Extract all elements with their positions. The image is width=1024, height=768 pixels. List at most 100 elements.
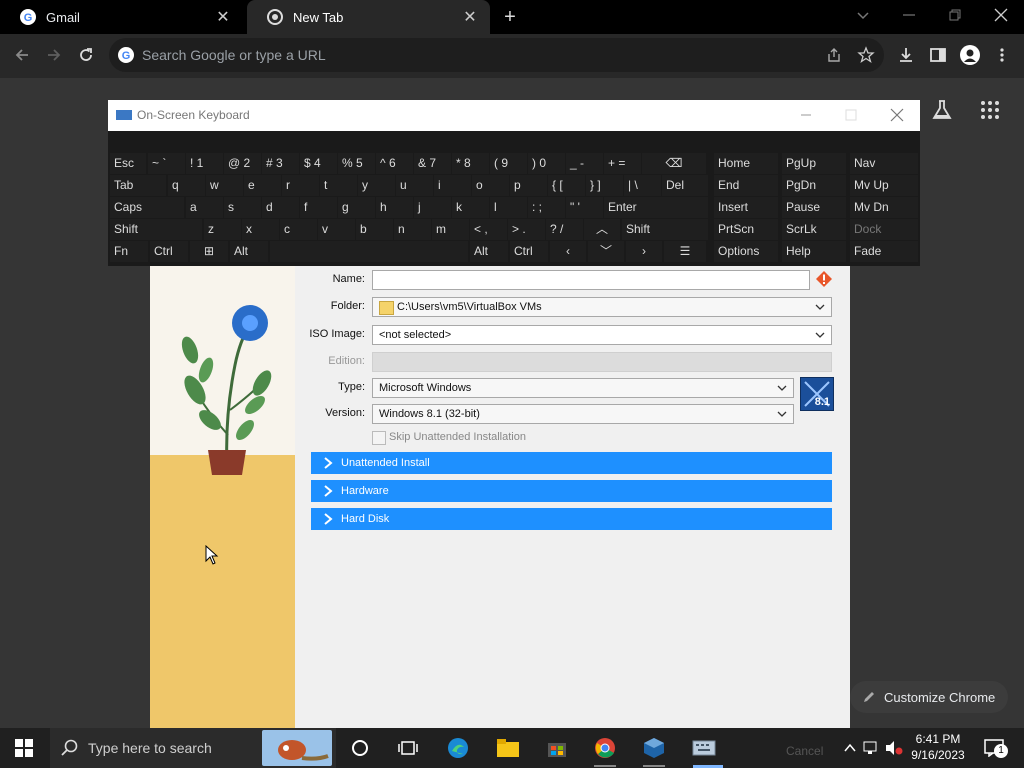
profile-avatar-icon[interactable]: [956, 41, 984, 69]
tab-new-tab[interactable]: New Tab ✕: [247, 0, 490, 34]
osk-nav-key[interactable]: Home: [714, 153, 778, 174]
osk-key[interactable]: a: [186, 197, 223, 218]
osk-key[interactable]: z: [204, 219, 241, 240]
osk-nav-key[interactable]: PgDn: [782, 175, 846, 196]
tab-gmail[interactable]: G Gmail ✕: [0, 0, 243, 34]
osk-key[interactable]: ! 1: [186, 153, 223, 174]
restore-icon[interactable]: [946, 6, 964, 24]
osk-key[interactable]: # 3: [262, 153, 299, 174]
osk-key[interactable]: & 7: [414, 153, 451, 174]
osk-key[interactable]: d: [262, 197, 299, 218]
close-tab-icon[interactable]: ✕: [211, 5, 235, 29]
osk-key[interactable]: g: [338, 197, 375, 218]
windows-start-icon[interactable]: [10, 734, 38, 762]
osk-key[interactable]: ? /: [546, 219, 583, 240]
file-explorer-icon[interactable]: [494, 734, 522, 762]
osk-key[interactable]: q: [168, 175, 205, 196]
osk-key[interactable]: y: [358, 175, 395, 196]
menu-kebab-icon[interactable]: [988, 41, 1016, 69]
osk-key[interactable]: _ -: [566, 153, 603, 174]
osk-key[interactable]: n: [394, 219, 431, 240]
osk-key[interactable]: Shift: [622, 219, 708, 240]
labs-flask-icon[interactable]: [930, 98, 954, 122]
section-hardware[interactable]: Hardware: [311, 480, 832, 502]
close-tab-icon[interactable]: ✕: [458, 5, 482, 29]
osk-key[interactable]: Shift: [110, 219, 202, 240]
cortana-circle-icon[interactable]: [346, 734, 374, 762]
version-combobox[interactable]: Windows 8.1 (32-bit): [372, 404, 794, 424]
new-tab-plus-icon[interactable]: +: [498, 5, 522, 29]
osk-key[interactable]: Ctrl: [510, 241, 548, 262]
osk-key[interactable]: Del: [662, 175, 708, 196]
osk-key[interactable]: c: [280, 219, 317, 240]
osk-close-icon[interactable]: [888, 106, 906, 124]
task-view-icon[interactable]: [394, 734, 422, 762]
iso-combobox[interactable]: <not selected>: [372, 325, 832, 345]
osk-nav-key[interactable]: PrtScn: [714, 219, 778, 240]
skip-unattended-checkbox[interactable]: [372, 431, 386, 445]
download-icon[interactable]: [892, 41, 920, 69]
osk-nav-key[interactable]: Pause: [782, 197, 846, 218]
back-icon[interactable]: [8, 41, 36, 69]
osk-minimize-icon[interactable]: [798, 107, 814, 123]
osk-key[interactable]: ^ 6: [376, 153, 413, 174]
bookmark-star-icon[interactable]: [852, 41, 880, 69]
osk-key[interactable]: j: [414, 197, 451, 218]
osk-nav-key[interactable]: Fade: [850, 241, 918, 262]
osk-menu-icon[interactable]: ☰: [664, 241, 706, 262]
osk-key[interactable]: t: [320, 175, 357, 196]
forward-icon[interactable]: [40, 41, 68, 69]
osk-key[interactable]: % 5: [338, 153, 375, 174]
share-icon[interactable]: [820, 41, 848, 69]
osk-windows-icon[interactable]: ⊞: [190, 241, 228, 262]
osk-key[interactable]: s: [224, 197, 261, 218]
osk-nav-key[interactable]: ScrLk: [782, 219, 846, 240]
osk-key[interactable]: e: [244, 175, 281, 196]
virtualbox-icon[interactable]: [640, 734, 668, 762]
osk-key[interactable]: x: [242, 219, 279, 240]
tab-search-chevron-icon[interactable]: [854, 6, 872, 24]
apps-grid-icon[interactable]: [978, 98, 1002, 122]
osk-key[interactable]: Caps: [110, 197, 184, 218]
osk-nav-key[interactable]: PgUp: [782, 153, 846, 174]
section-unattended-install[interactable]: Unattended Install: [311, 452, 832, 474]
osk-nav-key[interactable]: Dock: [850, 219, 918, 240]
close-window-icon[interactable]: [992, 6, 1010, 24]
osk-key[interactable]: Alt: [230, 241, 268, 262]
osk-key[interactable]: w: [206, 175, 243, 196]
osk-key[interactable]: ( 9: [490, 153, 527, 174]
osk-key[interactable]: v: [318, 219, 355, 240]
osk-key[interactable]: p: [510, 175, 547, 196]
osk-key[interactable]: Alt: [470, 241, 508, 262]
osk-key[interactable]: Fn: [110, 241, 148, 262]
osk-key[interactable]: Enter: [604, 197, 708, 218]
osk-key[interactable]: Tab: [110, 175, 166, 196]
osk-nav-key[interactable]: Nav: [850, 153, 918, 174]
osk-nav-key[interactable]: End: [714, 175, 778, 196]
osk-backspace-icon[interactable]: ⌫: [642, 153, 706, 174]
osk-up-arrow-icon[interactable]: ︿: [584, 219, 620, 240]
customize-chrome-button[interactable]: Customize Chrome: [850, 681, 1008, 713]
section-hard-disk[interactable]: Hard Disk: [311, 508, 832, 530]
osk-nav-key[interactable]: Mv Dn: [850, 197, 918, 218]
osk-left-arrow-icon[interactable]: ‹: [550, 241, 586, 262]
side-panel-icon[interactable]: [924, 41, 952, 69]
type-combobox[interactable]: Microsoft Windows: [372, 378, 794, 398]
reload-icon[interactable]: [72, 41, 100, 69]
chrome-taskbar-icon[interactable]: [591, 734, 619, 762]
osk-down-arrow-icon[interactable]: ﹀: [588, 241, 624, 262]
osk-space-key[interactable]: [270, 241, 468, 262]
osk-key[interactable]: * 8: [452, 153, 489, 174]
osk-key[interactable]: ~ `: [148, 153, 185, 174]
osk-key[interactable]: k: [452, 197, 489, 218]
osk-maximize-icon[interactable]: [843, 107, 859, 123]
osk-key[interactable]: Esc: [110, 153, 146, 174]
osk-right-arrow-icon[interactable]: ›: [626, 241, 662, 262]
osk-key[interactable]: $ 4: [300, 153, 337, 174]
osk-key[interactable]: o: [472, 175, 509, 196]
osk-key[interactable]: | \: [624, 175, 661, 196]
osk-key[interactable]: + =: [604, 153, 641, 174]
osk-key[interactable]: m: [432, 219, 469, 240]
osk-nav-key[interactable]: Options: [714, 241, 778, 262]
osk-key[interactable]: b: [356, 219, 393, 240]
